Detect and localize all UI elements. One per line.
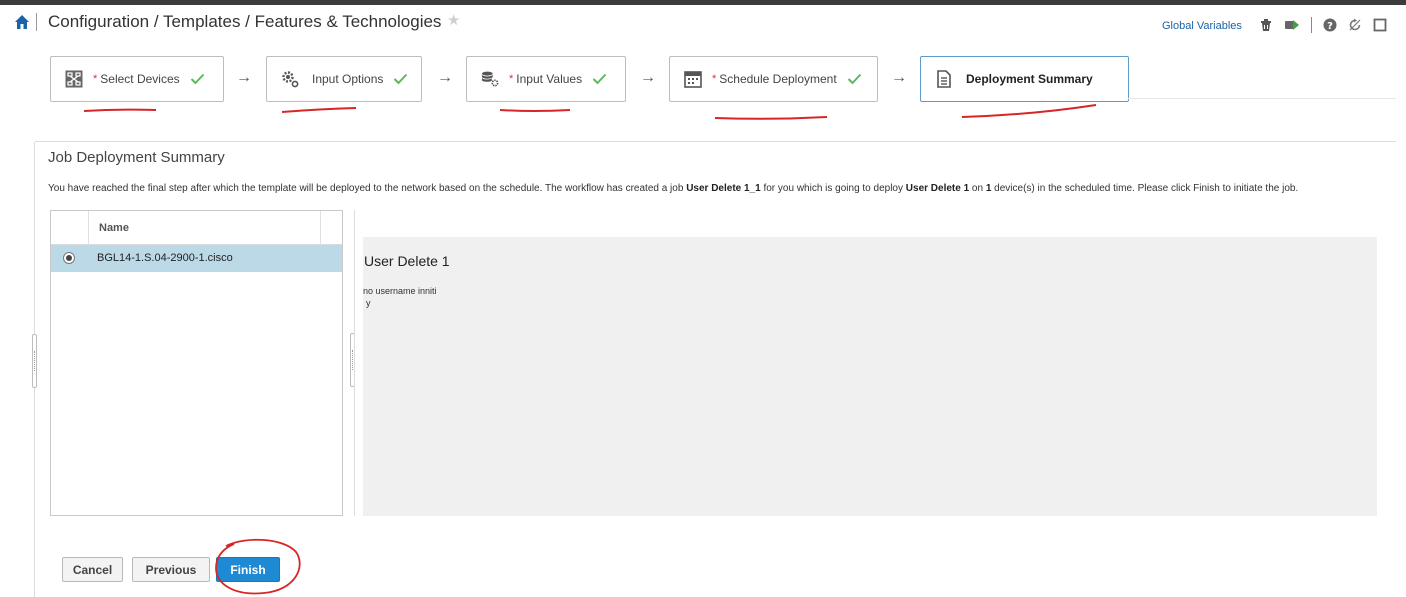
- check-icon: [592, 73, 607, 85]
- breadcrumb: Configuration / Templates / Features & T…: [48, 12, 442, 31]
- annotation-underline: [83, 108, 157, 112]
- deploy-icon[interactable]: [1284, 17, 1300, 33]
- top-bar: [0, 0, 1406, 5]
- step-label: Deployment Summary: [966, 72, 1093, 86]
- step-strip-border: [1128, 98, 1396, 99]
- summary-description: You have reached the final step after wh…: [48, 183, 1299, 194]
- step-schedule-deployment[interactable]: * Schedule Deployment: [669, 56, 878, 102]
- favorite-star-icon[interactable]: ★: [447, 13, 460, 28]
- step-input-options[interactable]: Input Options: [266, 56, 422, 102]
- device-radio[interactable]: [63, 252, 75, 264]
- arrow-right-icon: →: [236, 69, 252, 86]
- job-name: User Delete 1_1: [686, 183, 761, 194]
- required-marker: *: [509, 73, 514, 85]
- annotation-underline: [961, 104, 1097, 118]
- column-header-name[interactable]: Name: [99, 222, 129, 234]
- global-variables-link[interactable]: Global Variables: [1162, 20, 1242, 32]
- template-name: User Delete 1: [905, 183, 970, 194]
- annotation-underline: [714, 116, 828, 120]
- step-label: Select Devices: [100, 72, 180, 86]
- home-icon[interactable]: [14, 14, 30, 30]
- check-icon: [190, 73, 204, 85]
- device-list-panel: Name BGL14-1.S.04-2900-1.cisco: [50, 210, 343, 516]
- step-label: Input Values: [516, 72, 583, 86]
- step-label: Input Options: [312, 72, 384, 86]
- preview-title: User Delete 1: [364, 253, 450, 269]
- preview-command-line: no username inniti: [363, 286, 437, 296]
- help-icon[interactable]: ?: [1322, 17, 1338, 33]
- section-divider: [35, 141, 1396, 142]
- document-icon: [935, 70, 953, 88]
- arrow-right-icon: →: [437, 69, 453, 86]
- required-marker: *: [93, 73, 98, 85]
- toolbar-separator: [1311, 17, 1312, 33]
- header-separator: [36, 13, 37, 31]
- cancel-button[interactable]: Cancel: [62, 557, 123, 582]
- step-select-devices[interactable]: * Select Devices: [50, 56, 224, 102]
- previous-button[interactable]: Previous: [132, 557, 210, 582]
- gears-icon: [281, 70, 299, 88]
- left-splitter-handle[interactable]: [32, 334, 37, 388]
- section-title: Job Deployment Summary: [48, 149, 225, 166]
- arrow-right-icon: →: [891, 69, 907, 86]
- check-icon: [394, 73, 408, 85]
- annotation-underline: [281, 107, 357, 113]
- annotation-circle: [215, 538, 301, 595]
- step-deployment-summary[interactable]: Deployment Summary: [920, 56, 1129, 102]
- refresh-icon[interactable]: [1347, 17, 1363, 33]
- database-gear-icon: [481, 70, 499, 88]
- step-input-values[interactable]: * Input Values: [466, 56, 626, 102]
- trash-icon[interactable]: [1258, 17, 1274, 33]
- step-label: Schedule Deployment: [719, 72, 837, 86]
- table-row[interactable]: BGL14-1.S.04-2900-1.cisco: [51, 245, 342, 272]
- preview-command-line: y: [366, 298, 371, 308]
- svg-text:?: ?: [1327, 21, 1333, 32]
- arrow-right-icon: →: [640, 69, 656, 86]
- device-name: BGL14-1.S.04-2900-1.cisco: [97, 252, 233, 264]
- panel-divider: [354, 210, 355, 516]
- annotation-underline: [499, 109, 571, 112]
- required-marker: *: [712, 73, 717, 85]
- calendar-icon: [684, 70, 702, 88]
- template-preview: User Delete 1 no username inniti y: [363, 237, 1377, 516]
- device-list-header: Name: [51, 211, 342, 245]
- window-icon[interactable]: [1372, 17, 1388, 33]
- check-icon: [847, 73, 861, 85]
- devices-icon: [65, 70, 83, 88]
